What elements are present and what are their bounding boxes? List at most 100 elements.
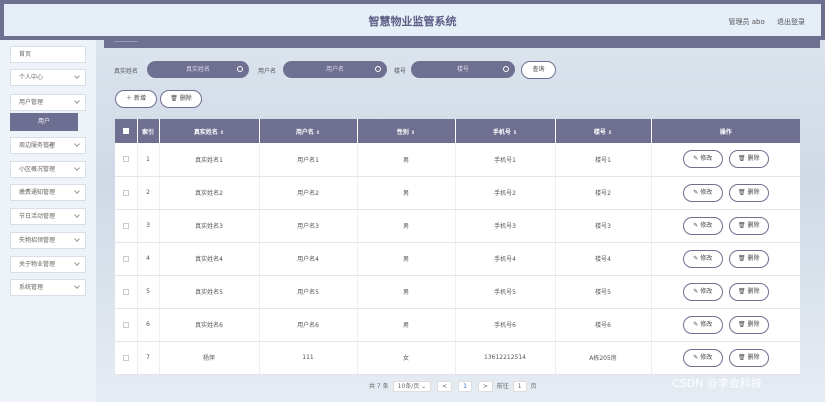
edit-button[interactable]: ✎ 修改 [682,249,723,268]
checkbox[interactable] [122,255,129,262]
trash-icon: 🗑 [737,188,746,196]
column-header-label: 用户名 [295,128,314,136]
page-size-select[interactable]: 10条/页 ⌄ [392,381,432,392]
sort-icon[interactable]: ⇕ [220,130,224,136]
edit-button[interactable]: ✎ 修改 [682,348,723,367]
sidebar-item-label: 失物招领管理 [19,237,56,244]
sort-icon[interactable]: ⇕ [608,130,612,136]
sidebar-item-home[interactable]: 首页 [10,46,86,63]
column-header-phone[interactable]: 手机号 ⇕ [455,119,556,143]
sidebar-item-profile[interactable]: 个人中心 [10,69,86,86]
sidebar-item-label: 节日活动管理 [19,213,56,220]
column-header-realname[interactable]: 真实姓名 ⇕ [159,119,260,143]
row-checkbox[interactable] [115,176,138,210]
search-icon [237,66,243,72]
trash-icon: 🗑 [737,287,746,295]
search-icon [503,66,509,72]
checkbox[interactable] [122,321,129,328]
checkbox[interactable] [122,222,129,229]
sidebar-item-payment[interactable]: 缴费通知管理 [10,184,86,201]
column-header-username[interactable]: 用户名 ⇕ [259,119,358,143]
checkbox[interactable] [122,128,129,134]
edit-icon: ✎ [693,155,699,163]
cell-realname: 真实姓名1 [159,143,260,177]
sort-icon[interactable]: ⇕ [411,130,415,136]
logout-link[interactable]: 退出登录 [777,18,805,26]
sort-icon[interactable]: ⇕ [316,130,320,136]
cell-username: 用户名4 [259,242,358,276]
row-checkbox[interactable] [115,308,138,342]
edit-icon: ✎ [693,353,699,361]
sidebar-item-users[interactable]: 用户管理 [10,94,86,111]
cell-username: 用户名3 [259,209,358,243]
sidebar-item-community[interactable]: 小区概况管理 [10,161,86,178]
goto-page-input[interactable]: 1 [512,381,527,392]
goto-suffix: 页 [530,383,537,390]
next-page-button[interactable]: > [477,381,493,392]
sidebar-subitem-user[interactable]: 用户 [10,113,78,131]
column-header-label: 楼号 [593,128,606,136]
edit-icon: ✎ [693,254,699,262]
page-number-current[interactable]: 1 [458,381,472,392]
cell-realname: 真实姓名5 [159,275,260,309]
row-checkbox[interactable] [115,209,138,243]
sidebar-item-label: 缴费通知管理 [19,189,56,196]
prev-page-button[interactable]: < [437,381,453,392]
table-header-row: 索引 真实姓名 ⇕ 用户名 ⇕ 性别 ⇕ 手机号 ⇕ 楼号 ⇕ 操作 [115,119,800,143]
row-checkbox[interactable] [115,242,138,276]
select-all-checkbox[interactable] [115,119,138,143]
edit-label: 修改 [700,221,713,229]
sidebar-item-about[interactable]: 关于物业管理 [10,256,86,273]
building-input[interactable]: 楼号 [411,61,515,78]
pointer-cursor-icon: ☝ [48,142,54,152]
delete-button[interactable]: 🗑 删除 [728,348,769,367]
cell-actions: ✎ 修改 🗑 删除 [651,275,800,309]
cell-actions: ✎ 修改 🗑 删除 [651,143,800,177]
username-input[interactable]: 用户名 [283,61,387,78]
sort-icon[interactable]: ⇕ [513,130,517,136]
column-header-sex[interactable]: 性别 ⇕ [357,119,456,143]
row-checkbox[interactable] [115,341,138,375]
cell-building: 楼号5 [555,275,652,309]
checkbox[interactable] [122,288,129,295]
checkbox[interactable] [122,354,129,361]
edit-button[interactable]: ✎ 修改 [682,315,723,334]
delete-button[interactable]: 🗑 删除 [728,282,769,301]
sidebar-item-lost-found[interactable]: 失物招领管理 [10,232,86,249]
cell-username: 111 [259,341,358,375]
table-row: 3 真实姓名3 用户名3 男 手机号3 楼号3 ✎ 修改 🗑 删除 [115,209,800,243]
trash-icon: 🗑 [737,155,746,163]
delete-label: 删除 [747,254,760,262]
row-checkbox[interactable] [115,143,138,177]
delete-button[interactable]: 🗑 删除 [728,216,769,235]
plus-icon: ＋ [126,95,133,102]
edit-button[interactable]: ✎ 修改 [682,282,723,301]
chevron-down-icon [74,212,80,218]
realname-input[interactable]: 真实姓名 [147,61,249,78]
delete-label: 删除 [747,188,760,196]
checkbox[interactable] [122,189,129,196]
search-button[interactable]: 查询 [521,61,556,79]
cell-sex: 男 [357,308,456,342]
cell-actions: ✎ 修改 🗑 删除 [651,308,800,342]
batch-delete-button[interactable]: 🗑 删除 [160,90,202,108]
edit-label: 修改 [700,320,713,328]
trash-icon: 🗑 [170,95,178,102]
cell-actions: ✎ 修改 🗑 删除 [651,209,800,243]
edit-button[interactable]: ✎ 修改 [682,216,723,235]
sidebar-item-label: 用户管理 [19,99,44,106]
delete-button[interactable]: 🗑 删除 [728,150,769,169]
delete-button[interactable]: 🗑 删除 [728,249,769,268]
column-header-building[interactable]: 楼号 ⇕ [555,119,652,143]
edit-button[interactable]: ✎ 修改 [682,150,723,169]
sidebar-item-system[interactable]: 系统管理 [10,279,86,296]
delete-label: 删除 [179,95,192,102]
row-checkbox[interactable] [115,275,138,309]
add-button[interactable]: ＋ 新增 [115,90,157,108]
sidebar-item-festival[interactable]: 节日活动管理 [10,208,86,225]
delete-button[interactable]: 🗑 删除 [728,315,769,334]
checkbox[interactable] [122,156,129,163]
edit-button[interactable]: ✎ 修改 [682,183,723,202]
delete-button[interactable]: 🗑 删除 [728,183,769,202]
current-user: 管理员 abo [728,18,765,26]
